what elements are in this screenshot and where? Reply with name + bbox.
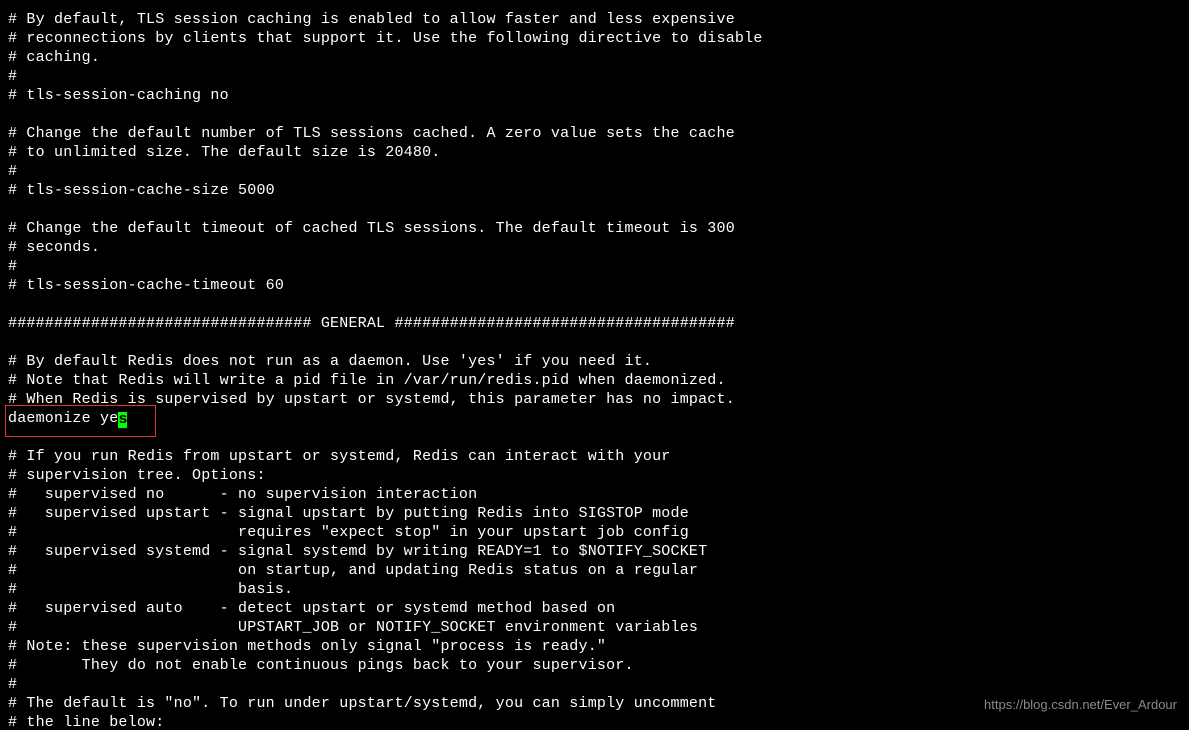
terminal-line [8,105,1181,124]
terminal-line: # basis. [8,580,1181,599]
terminal-line: # supervised upstart - signal upstart by… [8,504,1181,523]
terminal-line: # When Redis is supervised by upstart or… [8,390,1181,409]
terminal-line: # supervised auto - detect upstart or sy… [8,599,1181,618]
terminal-text: daemonize ye [8,410,118,427]
terminal-line: # Note: these supervision methods only s… [8,637,1181,656]
terminal-line: # reconnections by clients that support … [8,29,1181,48]
terminal-line: # They do not enable continuous pings ba… [8,656,1181,675]
terminal-line: # By default Redis does not run as a dae… [8,352,1181,371]
terminal-line: # supervision tree. Options: [8,466,1181,485]
terminal-line: # If you run Redis from upstart or syste… [8,447,1181,466]
terminal-line [8,333,1181,352]
watermark-text: https://blog.csdn.net/Ever_Ardour [984,695,1177,714]
terminal-line [8,295,1181,314]
terminal-line: # tls-session-caching no [8,86,1181,105]
terminal-line [8,428,1181,447]
terminal-line: # By default, TLS session caching is ena… [8,10,1181,29]
terminal-viewport[interactable]: # By default, TLS session caching is ena… [0,0,1189,730]
terminal-line: # [8,67,1181,86]
terminal-line: # UPSTART_JOB or NOTIFY_SOCKET environme… [8,618,1181,637]
terminal-line: # [8,257,1181,276]
terminal-line: # Change the default number of TLS sessi… [8,124,1181,143]
terminal-line: # supervised no - no supervision interac… [8,485,1181,504]
terminal-line [8,200,1181,219]
terminal-line: # Note that Redis will write a pid file … [8,371,1181,390]
terminal-line: # Change the default timeout of cached T… [8,219,1181,238]
terminal-line: # supervised systemd - signal systemd by… [8,542,1181,561]
terminal-cursor: s [118,412,127,428]
terminal-line: # tls-session-cache-timeout 60 [8,276,1181,295]
terminal-line: # caching. [8,48,1181,67]
terminal-line: # [8,675,1181,694]
terminal-line: # seconds. [8,238,1181,257]
terminal-line: # requires "expect stop" in your upstart… [8,523,1181,542]
terminal-line: ################################# GENERA… [8,314,1181,333]
terminal-line: # tls-session-cache-size 5000 [8,181,1181,200]
terminal-line: # on startup, and updating Redis status … [8,561,1181,580]
terminal-line: # to unlimited size. The default size is… [8,143,1181,162]
terminal-line: # the line below: [8,713,1181,730]
terminal-line: # [8,162,1181,181]
terminal-line: daemonize yes [8,409,1181,428]
